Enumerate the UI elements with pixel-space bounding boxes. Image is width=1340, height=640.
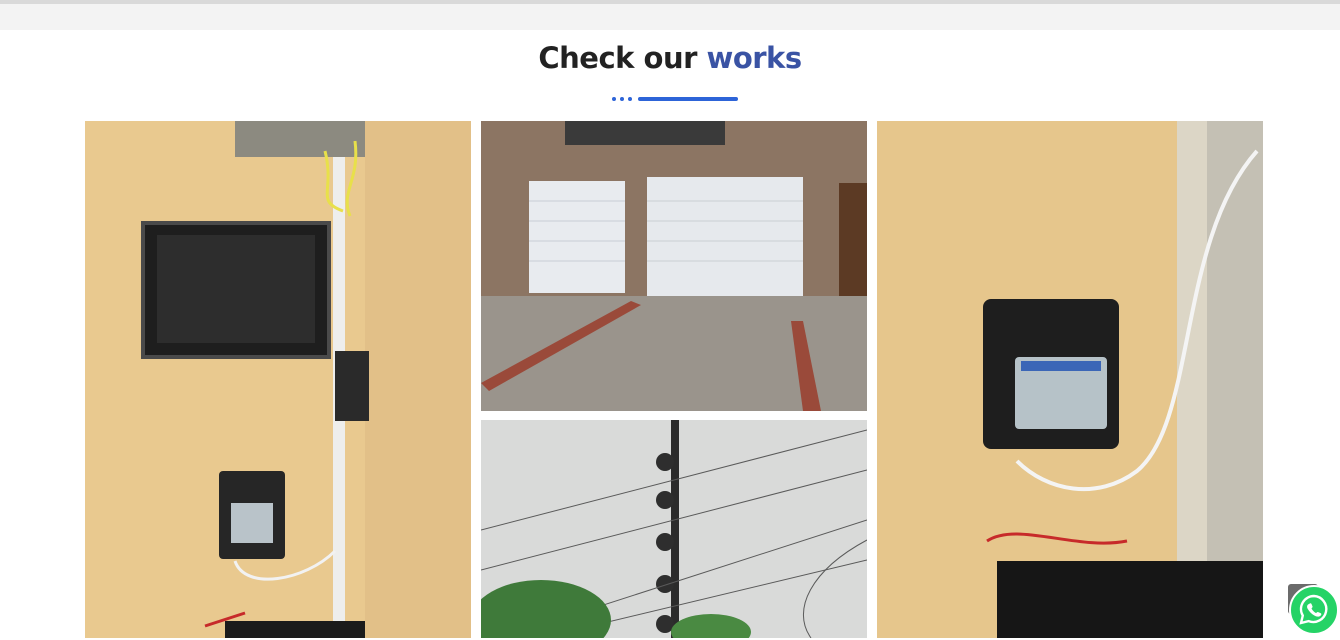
divider-dot bbox=[612, 97, 616, 101]
top-bar bbox=[0, 0, 1340, 30]
gallery-image-garage-shutters[interactable] bbox=[481, 121, 867, 411]
heading-plain: Check our bbox=[538, 41, 697, 75]
divider-line bbox=[638, 97, 738, 101]
heading-accent: works bbox=[706, 41, 803, 75]
divider-dot bbox=[628, 97, 632, 101]
gallery-image-energizer-monitor[interactable] bbox=[85, 121, 471, 638]
whatsapp-icon bbox=[1289, 585, 1339, 635]
whatsapp-button[interactable] bbox=[1288, 584, 1340, 636]
divider-dot bbox=[620, 97, 624, 101]
gallery-image-fence-insulators[interactable] bbox=[481, 420, 867, 638]
section-heading: Check our works bbox=[0, 40, 1340, 76]
gallery-image-wizord-energizer[interactable] bbox=[877, 121, 1263, 638]
